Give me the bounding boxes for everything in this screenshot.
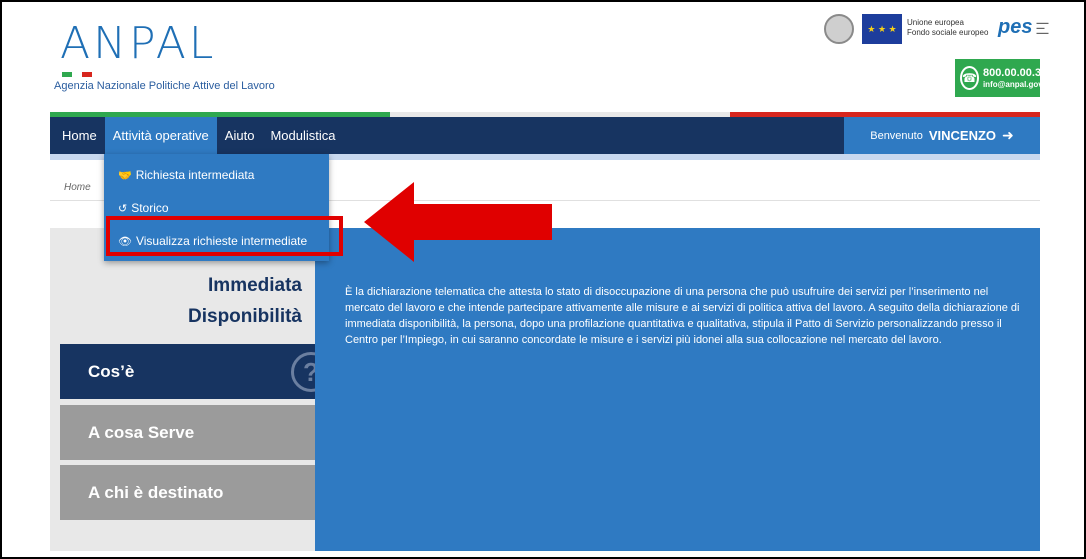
eu-line-1: Unione europea — [907, 18, 964, 27]
italian-republic-emblem-icon — [824, 14, 854, 44]
title-line-2: Disponibilità — [188, 306, 302, 327]
pes-side-lines: ▬▬▬ ▬▬ ▬▬▬ — [1036, 20, 1049, 35]
tab-a-cosa-serve[interactable]: A cosa Serve — [60, 405, 341, 460]
pes-logo: pes ▬▬▬ ▬▬ ▬▬▬ — [998, 16, 1066, 39]
welcome-prefix: Benvenuto — [870, 129, 923, 142]
contact-box[interactable]: ☎ 800.00.00.39 info@anpal.gov.it — [955, 59, 1049, 97]
menu-item-richiesta-intermediata[interactable]: 🤝 Richiesta intermediata — [118, 168, 254, 182]
content-panel: È la dichiarazione telematica che attest… — [315, 228, 1040, 551]
welcome-username: VINCENZO — [928, 128, 997, 143]
menu-item-storico[interactable]: ↺ Storico — [118, 201, 169, 215]
nav-attivita-operative[interactable]: Attività operative — [104, 117, 217, 154]
contact-phone: 800.00.00.39 — [982, 66, 1048, 79]
tab-a-chi-e-destinato[interactable]: A chi è destinato — [60, 465, 341, 520]
left-panel: Immediata Disponibilità Cos’è ? A cosa S… — [50, 228, 341, 551]
contact-email: info@anpal.gov.it — [982, 79, 1050, 89]
breadcrumb-home[interactable]: Home — [64, 182, 91, 193]
chat-phone-icon: ☎ — [960, 66, 979, 90]
italian-flag-icon — [62, 72, 92, 77]
logo-subtitle: Agenzia Nazionale Politiche Attive del L… — [54, 80, 275, 92]
tab-cos-e-label: Cos’è — [88, 361, 135, 381]
tab-cos-e[interactable]: Cos’è ? — [60, 344, 341, 399]
title-line-1: Immediata — [208, 275, 302, 296]
logout-icon[interactable]: ➜ — [1002, 127, 1014, 144]
history-icon: ↺ — [118, 202, 128, 215]
menu-item-label: Richiesta intermediata — [135, 168, 255, 182]
handshake-icon: 🤝 — [118, 169, 132, 182]
nav-home[interactable]: Home — [50, 117, 105, 154]
page-title: Immediata Disponibilità — [188, 270, 302, 332]
eu-line-2: Fondo sociale europeo — [907, 28, 989, 37]
eu-label: Unione europea Fondo sociale europeo — [907, 18, 988, 38]
tab-a-cosa-serve-label: A cosa Serve — [88, 422, 195, 442]
anpal-logo[interactable]: ANPAL — [60, 20, 216, 68]
highlight-box — [106, 216, 343, 256]
logo-wordmark: ANPAL — [60, 18, 217, 69]
breadcrumb[interactable]: Home — [64, 182, 91, 193]
menu-item-label: Storico — [131, 201, 169, 215]
red-arrow-annotation — [364, 182, 552, 262]
tab-a-chi-e-destinato-label: A chi è destinato — [88, 482, 224, 502]
pes-wordmark: pes — [998, 16, 1033, 38]
eu-flag-icon: ★ ★ ★ — [862, 14, 902, 44]
welcome-user[interactable]: Benvenuto VINCENZO ➜ — [844, 117, 1040, 154]
nav-modulistica[interactable]: Modulistica — [262, 117, 343, 154]
main-navbar: Home Attività operative Aiuto Modulistic… — [50, 117, 1040, 154]
nav-aiuto[interactable]: Aiuto — [217, 117, 263, 154]
page-frame: ANPAL Agenzia Nazionale Politiche Attive… — [0, 0, 1086, 559]
content-description: È la dichiarazione telematica che attest… — [345, 286, 1020, 346]
